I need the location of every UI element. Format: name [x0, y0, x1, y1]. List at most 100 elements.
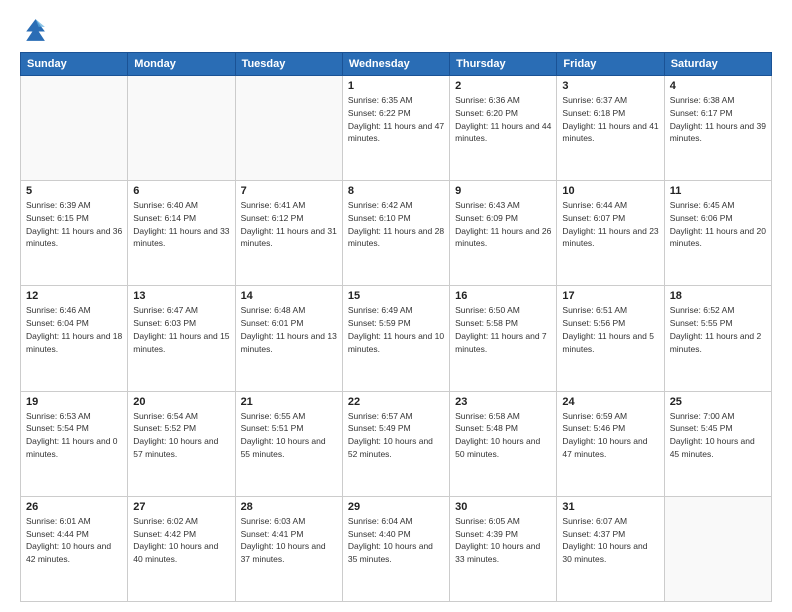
day-info: Sunrise: 6:49 AM Sunset: 5:59 PM Dayligh…: [348, 304, 444, 355]
day-cell: 25Sunrise: 7:00 AM Sunset: 5:45 PM Dayli…: [664, 391, 771, 496]
col-header-monday: Monday: [128, 53, 235, 76]
day-number: 30: [455, 501, 551, 513]
day-number: 6: [133, 185, 229, 197]
logo-icon: [20, 16, 48, 44]
day-info: Sunrise: 7:00 AM Sunset: 5:45 PM Dayligh…: [670, 410, 766, 461]
day-info: Sunrise: 6:52 AM Sunset: 5:55 PM Dayligh…: [670, 304, 766, 355]
day-cell: 26 Sunrise: 6:01 AM Sunset: 4:44 PM Dayli…: [21, 496, 128, 601]
logo: [20, 16, 50, 44]
day-info: Sunrise: 6:59 AM Sunset: 5:46 PM Dayligh…: [562, 410, 658, 461]
col-header-tuesday: Tuesday: [235, 53, 342, 76]
week-row-1: 1 Sunrise: 6:35 AM Sunset: 6:22 PM Daylig…: [21, 76, 772, 181]
day-number: 10: [562, 185, 658, 197]
header-row: SundayMondayTuesdayWednesdayThursdayFrid…: [21, 53, 772, 76]
day-info: Sunrise: 6:36 AM Sunset: 6:20 PM Dayligh…: [455, 94, 551, 145]
day-number: 22: [348, 396, 444, 408]
day-cell: [128, 76, 235, 181]
day-cell: 19 Sunrise: 6:53 AM Sunset: 5:54 PM Dayli…: [21, 391, 128, 496]
day-cell: 5 Sunrise: 6:39 AM Sunset: 6:15 PM Daylig…: [21, 181, 128, 286]
day-number: 13: [133, 290, 229, 302]
day-info: Sunrise: 6:55 AM Sunset: 5:51 PM Dayligh…: [241, 410, 337, 461]
col-header-sunday: Sunday: [21, 53, 128, 76]
day-cell: 2 Sunrise: 6:36 AM Sunset: 6:20 PM Daylig…: [450, 76, 557, 181]
col-header-thursday: Thursday: [450, 53, 557, 76]
day-cell: 30 Sunrise: 6:05 AM Sunset: 4:39 PM Dayli…: [450, 496, 557, 601]
day-info: Sunrise: 6:54 AM Sunset: 5:52 PM Dayligh…: [133, 410, 229, 461]
day-cell: 10 Sunrise: 6:44 AM Sunset: 6:07 PM Dayli…: [557, 181, 664, 286]
header: [20, 16, 772, 44]
day-cell: 18 Sunrise: 6:52 AM Sunset: 5:55 PM Dayli…: [664, 286, 771, 391]
day-number: 7: [241, 185, 337, 197]
day-number: 2: [455, 80, 551, 92]
day-cell: 21 Sunrise: 6:55 AM Sunset: 5:51 PM Dayli…: [235, 391, 342, 496]
day-cell: [235, 76, 342, 181]
day-number: 19: [26, 396, 122, 408]
day-number: 1: [348, 80, 444, 92]
day-cell: 12 Sunrise: 6:46 AM Sunset: 6:04 PM Dayli…: [21, 286, 128, 391]
day-info: Sunrise: 6:01 AM Sunset: 4:44 PM Dayligh…: [26, 515, 122, 566]
day-number: 5: [26, 185, 122, 197]
day-info: Sunrise: 6:07 AM Sunset: 4:37 PM Dayligh…: [562, 515, 658, 566]
col-header-wednesday: Wednesday: [342, 53, 449, 76]
day-info: Sunrise: 6:39 AM Sunset: 6:15 PM Dayligh…: [26, 199, 122, 250]
day-cell: [21, 76, 128, 181]
day-info: Sunrise: 6:05 AM Sunset: 4:39 PM Dayligh…: [455, 515, 551, 566]
day-number: 17: [562, 290, 658, 302]
day-info: Sunrise: 6:35 AM Sunset: 6:22 PM Dayligh…: [348, 94, 444, 145]
day-cell: 7 Sunrise: 6:41 AM Sunset: 6:12 PM Daylig…: [235, 181, 342, 286]
day-info: Sunrise: 6:48 AM Sunset: 6:01 PM Dayligh…: [241, 304, 337, 355]
day-info: Sunrise: 6:44 AM Sunset: 6:07 PM Dayligh…: [562, 199, 658, 250]
day-number: 12: [26, 290, 122, 302]
day-cell: 24 Sunrise: 6:59 AM Sunset: 5:46 PM Dayli…: [557, 391, 664, 496]
day-number: 14: [241, 290, 337, 302]
week-row-4: 19 Sunrise: 6:53 AM Sunset: 5:54 PM Dayli…: [21, 391, 772, 496]
day-number: 28: [241, 501, 337, 513]
day-number: 21: [241, 396, 337, 408]
day-info: Sunrise: 6:53 AM Sunset: 5:54 PM Dayligh…: [26, 410, 122, 461]
day-info: Sunrise: 6:41 AM Sunset: 6:12 PM Dayligh…: [241, 199, 337, 250]
day-info: Sunrise: 6:47 AM Sunset: 6:03 PM Dayligh…: [133, 304, 229, 355]
week-row-5: 26 Sunrise: 6:01 AM Sunset: 4:44 PM Dayli…: [21, 496, 772, 601]
day-number: 18: [670, 290, 766, 302]
day-cell: 11 Sunrise: 6:45 AM Sunset: 6:06 PM Dayli…: [664, 181, 771, 286]
day-info: Sunrise: 6:38 AM Sunset: 6:17 PM Dayligh…: [670, 94, 766, 145]
calendar-table: SundayMondayTuesdayWednesdayThursdayFrid…: [20, 52, 772, 602]
calendar: SundayMondayTuesdayWednesdayThursdayFrid…: [20, 52, 772, 602]
day-cell: 29 Sunrise: 6:04 AM Sunset: 4:40 PM Dayli…: [342, 496, 449, 601]
day-info: Sunrise: 6:58 AM Sunset: 5:48 PM Dayligh…: [455, 410, 551, 461]
day-info: Sunrise: 6:43 AM Sunset: 6:09 PM Dayligh…: [455, 199, 551, 250]
week-row-2: 5 Sunrise: 6:39 AM Sunset: 6:15 PM Daylig…: [21, 181, 772, 286]
day-cell: 6 Sunrise: 6:40 AM Sunset: 6:14 PM Daylig…: [128, 181, 235, 286]
day-number: 16: [455, 290, 551, 302]
day-number: 20: [133, 396, 229, 408]
day-cell: 28 Sunrise: 6:03 AM Sunset: 4:41 PM Dayli…: [235, 496, 342, 601]
day-info: Sunrise: 6:03 AM Sunset: 4:41 PM Dayligh…: [241, 515, 337, 566]
day-number: 24: [562, 396, 658, 408]
day-number: 15: [348, 290, 444, 302]
day-info: Sunrise: 6:37 AM Sunset: 6:18 PM Dayligh…: [562, 94, 658, 145]
day-cell: 22 Sunrise: 6:57 AM Sunset: 5:49 PM Dayli…: [342, 391, 449, 496]
day-cell: 17Sunrise: 6:51 AM Sunset: 5:56 PM Dayli…: [557, 286, 664, 391]
week-row-3: 12 Sunrise: 6:46 AM Sunset: 6:04 PM Dayli…: [21, 286, 772, 391]
day-cell: 16Sunrise: 6:50 AM Sunset: 5:58 PM Dayli…: [450, 286, 557, 391]
day-cell: 3Sunrise: 6:37 AM Sunset: 6:18 PM Daylig…: [557, 76, 664, 181]
day-cell: 8Sunrise: 6:42 AM Sunset: 6:10 PM Daylig…: [342, 181, 449, 286]
day-cell: 15 Sunrise: 6:49 AM Sunset: 5:59 PM Dayli…: [342, 286, 449, 391]
day-info: Sunrise: 6:57 AM Sunset: 5:49 PM Dayligh…: [348, 410, 444, 461]
day-cell: 31 Sunrise: 6:07 AM Sunset: 4:37 PM Dayli…: [557, 496, 664, 601]
day-number: 31: [562, 501, 658, 513]
day-number: 27: [133, 501, 229, 513]
day-number: 29: [348, 501, 444, 513]
day-number: 23: [455, 396, 551, 408]
day-number: 11: [670, 185, 766, 197]
day-number: 26: [26, 501, 122, 513]
day-info: Sunrise: 6:45 AM Sunset: 6:06 PM Dayligh…: [670, 199, 766, 250]
day-cell: 13 Sunrise: 6:47 AM Sunset: 6:03 PM Dayli…: [128, 286, 235, 391]
day-info: Sunrise: 6:40 AM Sunset: 6:14 PM Dayligh…: [133, 199, 229, 250]
day-info: Sunrise: 6:04 AM Sunset: 4:40 PM Dayligh…: [348, 515, 444, 566]
day-info: Sunrise: 6:46 AM Sunset: 6:04 PM Dayligh…: [26, 304, 122, 355]
day-cell: [664, 496, 771, 601]
day-number: 4: [670, 80, 766, 92]
day-cell: 9Sunrise: 6:43 AM Sunset: 6:09 PM Daylig…: [450, 181, 557, 286]
col-header-friday: Friday: [557, 53, 664, 76]
